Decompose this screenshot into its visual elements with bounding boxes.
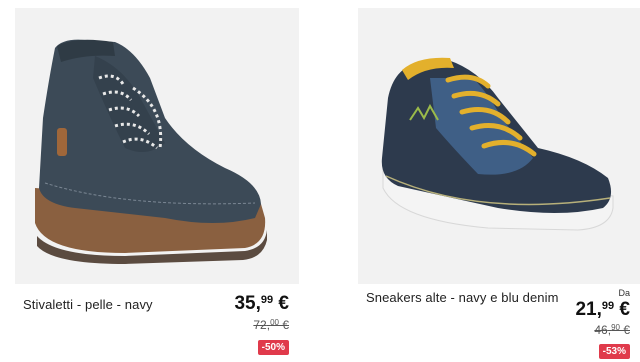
old-price-currency: € (278, 318, 289, 332)
price-decimal: 99 (260, 294, 274, 306)
price-decimal: 99 (601, 300, 615, 312)
old-price: 72,00 € (253, 318, 289, 332)
product-card-sneakers[interactable]: Sneakers alte - navy e blu denim Da 21,9… (358, 0, 640, 362)
price-integer: 21 (575, 299, 597, 320)
product-image-boot[interactable] (15, 8, 299, 284)
product-image-sneaker[interactable] (358, 8, 640, 284)
discount-badge: -53% (598, 344, 630, 359)
product-card-stivaletti[interactable]: Stivaletti - pelle - navy 35,99 € 72,00 … (15, 0, 299, 362)
product-price: 21,99 € (575, 299, 630, 320)
old-price-decimal: 90 (611, 323, 620, 332)
price-currency: € (614, 299, 630, 320)
old-price-currency: € (619, 323, 630, 337)
old-price-integer: 72 (253, 318, 267, 332)
sneaker-illustration (381, 57, 614, 231)
old-price-integer: 46 (594, 323, 608, 337)
product-title[interactable]: Sneakers alte - navy e blu denim (366, 290, 559, 305)
product-price: 35,99 € (234, 293, 289, 314)
price-currency: € (273, 293, 289, 314)
discount-badge: -50% (257, 340, 289, 355)
old-price-decimal: 00 (270, 318, 279, 327)
boot-illustration (35, 39, 267, 264)
old-price: 46,90 € (594, 323, 630, 337)
product-title[interactable]: Stivaletti - pelle - navy (23, 297, 153, 312)
price-prefix: Da (618, 288, 630, 298)
price-integer: 35 (234, 293, 256, 314)
